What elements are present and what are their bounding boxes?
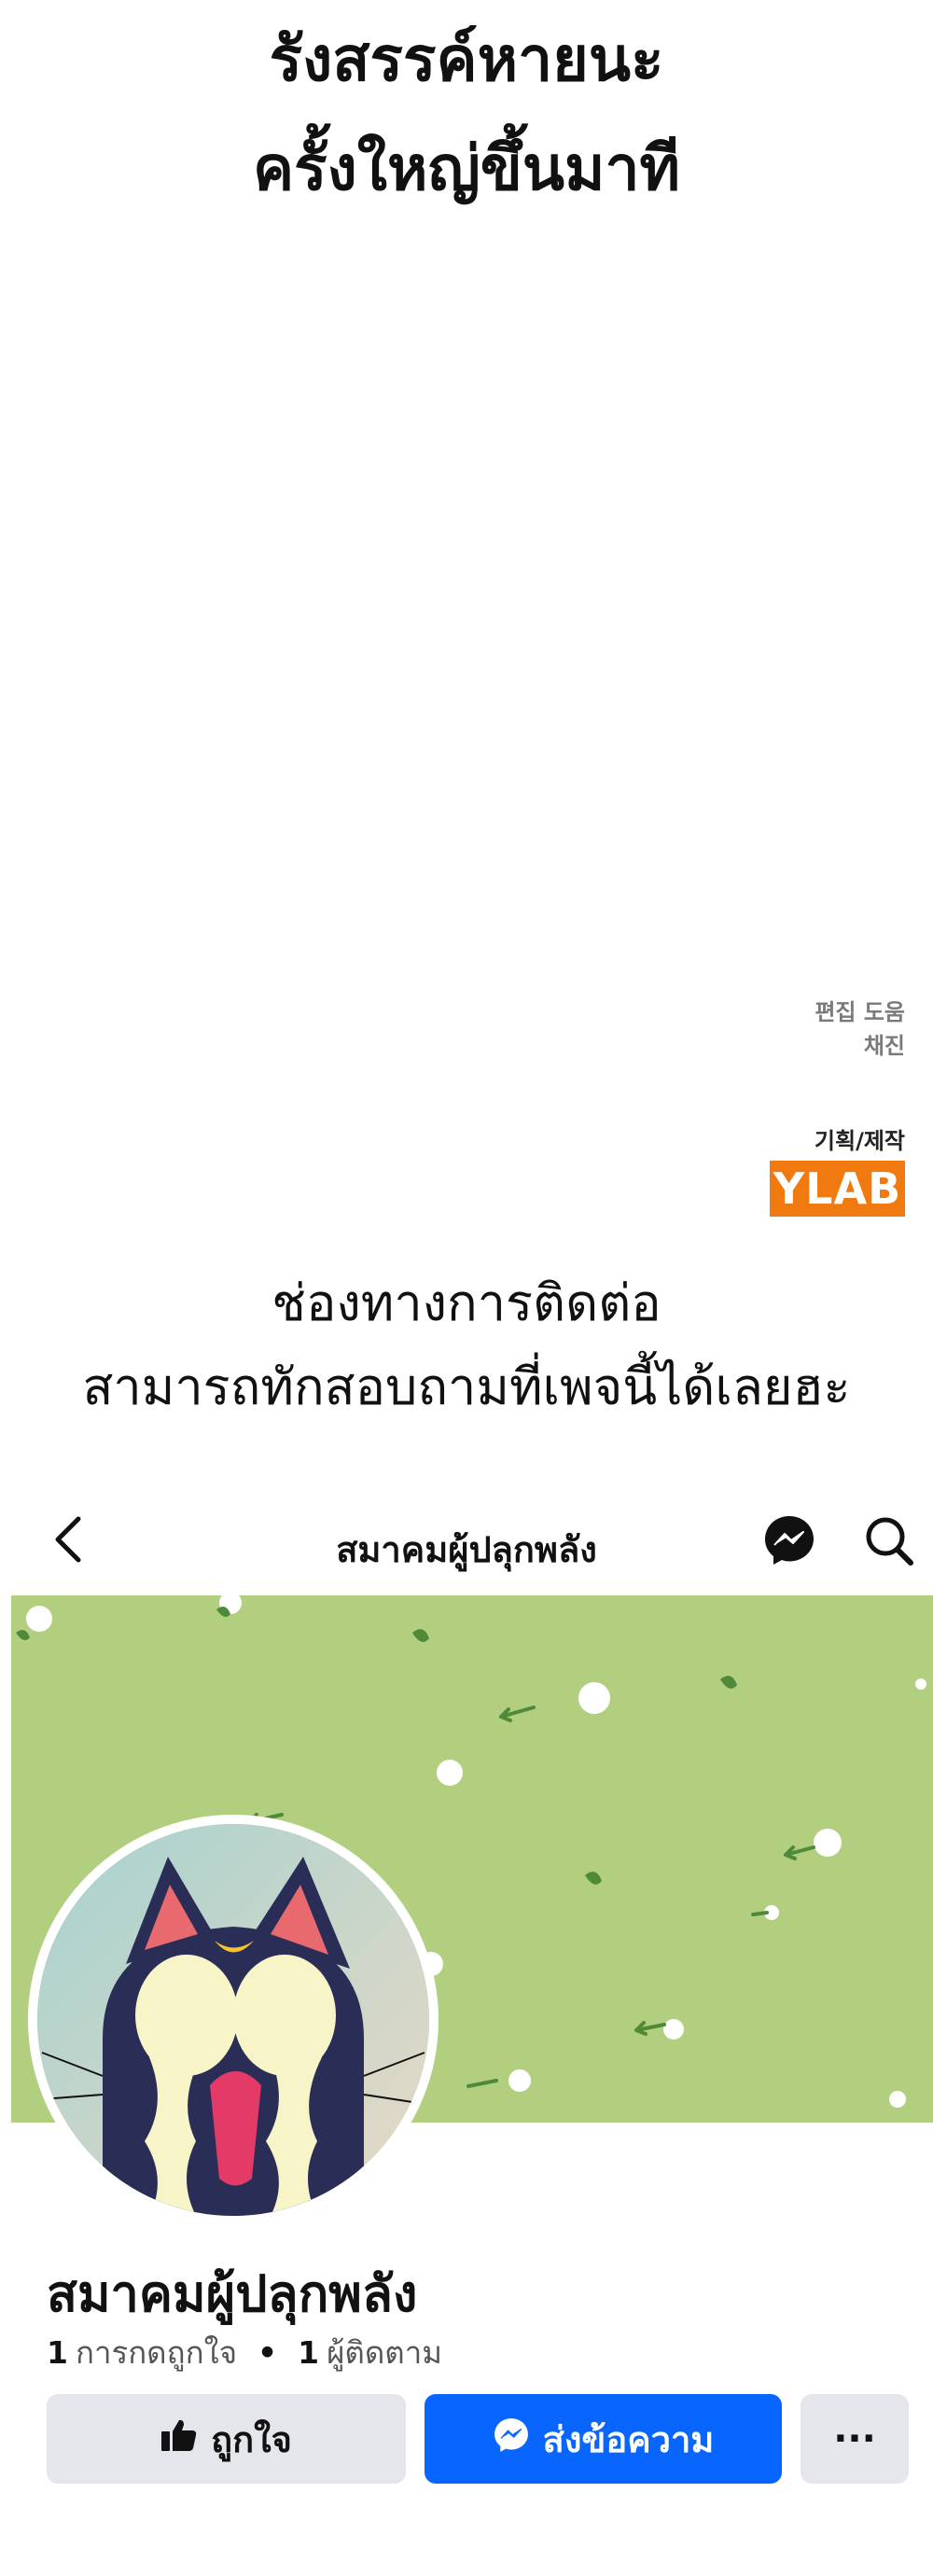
like-button-label: ถูกใจ xyxy=(211,2418,292,2460)
messenger-icon xyxy=(493,2416,530,2462)
more-options-label: ··· xyxy=(833,2417,876,2460)
editing-credit-name: 채진 xyxy=(863,1033,905,1059)
likes-label[interactable]: การกดถูกใจ xyxy=(76,2328,237,2377)
page-name[interactable]: สมาคมผู้ปลุกพลัง xyxy=(47,2253,417,2333)
message-button-label: ส่งข้อความ xyxy=(542,2418,715,2460)
search-icon[interactable] xyxy=(863,1513,915,1567)
stats-separator: • xyxy=(258,2334,278,2371)
likes-count: 1 xyxy=(47,2334,68,2371)
avatar[interactable] xyxy=(37,1824,429,2216)
editing-credit-label: 편집 도움 xyxy=(815,999,905,1025)
messenger-icon[interactable] xyxy=(762,1513,816,1567)
contact-line-2: สามารถทักสอบถามที่เพจนี้ได้เลยฮะ xyxy=(82,1358,851,1416)
message-button[interactable]: ส่งข้อความ xyxy=(425,2394,782,2484)
like-button[interactable]: ถูกใจ xyxy=(47,2394,406,2484)
heading-line-2: ครั้งใหญ่ขึ้นมาที xyxy=(252,132,681,204)
ylab-logo: YLAB xyxy=(770,1161,905,1217)
followers-count: 1 xyxy=(298,2334,320,2371)
thumbs-up-icon xyxy=(160,2418,198,2460)
production-credit-label: 기획/제작 xyxy=(814,1128,905,1154)
fb-nav-bar: สมาคมผู้ปลุกพลัง xyxy=(0,1493,933,1586)
followers-label[interactable]: ผู้ติดตาม xyxy=(327,2328,442,2377)
page-stats: 1 การกดถูกใจ • 1 ผู้ติดตาม xyxy=(47,2328,442,2377)
contact-line-1: ช่องทางการติดต่อ xyxy=(272,1274,661,1332)
heading-line-1: รังสรรค์หายนะ xyxy=(269,23,664,95)
more-options-button[interactable]: ··· xyxy=(801,2394,909,2484)
